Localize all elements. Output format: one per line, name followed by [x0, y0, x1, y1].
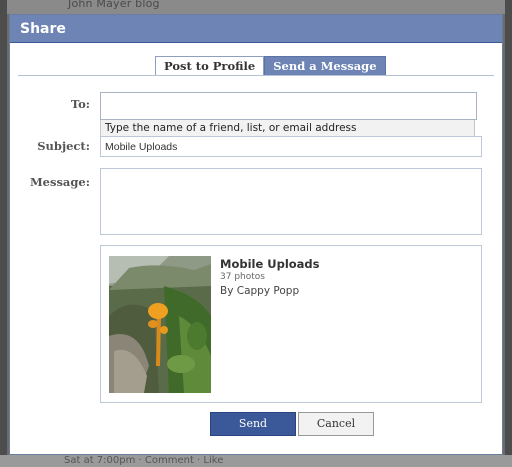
tab-divider [18, 75, 494, 76]
background-top-strip: John Mayer blog [0, 0, 512, 14]
background-post-meta: Sat at 7:00pm · Comment · Like [64, 455, 224, 466]
tab-post-to-profile[interactable]: Post to Profile [155, 56, 265, 76]
dialog-title: Share [10, 15, 502, 43]
album-thumbnail-image[interactable] [109, 256, 211, 393]
cancel-button[interactable]: Cancel [298, 412, 374, 436]
background-post-title: John Mayer blog [68, 0, 160, 10]
to-suggestion-hint[interactable]: Type the name of a friend, list, or emai… [100, 120, 475, 137]
to-input[interactable] [100, 92, 477, 120]
subject-input[interactable] [100, 136, 482, 157]
attachment-title[interactable]: Mobile Uploads [220, 257, 320, 271]
share-tabs: Post to Profile Send a Message [155, 56, 386, 76]
message-label: Message: [29, 175, 90, 189]
to-label: To: [70, 97, 90, 111]
send-button[interactable]: Send [210, 412, 296, 436]
share-dialog: Share Post to Profile Send a Message To:… [9, 14, 503, 455]
background-right-edge [505, 0, 512, 467]
attachment-preview: Mobile Uploads 37 photos By Cappy Popp [100, 245, 482, 403]
background-left-edge [0, 0, 7, 467]
attachment-photo-count: 37 photos [220, 272, 265, 282]
attachment-author: By Cappy Popp [220, 285, 300, 297]
message-input[interactable] [100, 168, 482, 235]
background-bottom-strip: Sat at 7:00pm · Comment · Like [0, 455, 512, 467]
subject-label: Subject: [37, 139, 90, 153]
tab-send-a-message[interactable]: Send a Message [264, 56, 386, 76]
